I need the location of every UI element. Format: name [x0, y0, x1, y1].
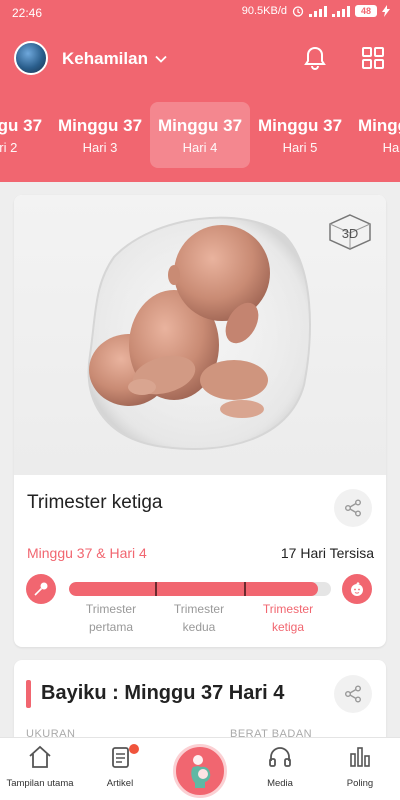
- nav-media[interactable]: Media: [240, 744, 320, 789]
- nav-label: Tampilan utama: [6, 778, 74, 789]
- nav-label: Poling: [346, 778, 374, 789]
- nav-article[interactable]: Artikel: [80, 744, 160, 789]
- title-accent-bar: [26, 680, 31, 708]
- pregnancy-progress-fill: [69, 582, 318, 596]
- trimester-divider: [244, 582, 246, 596]
- tab-week-label: Minggu 37: [357, 116, 400, 135]
- sperm-icon: [26, 574, 56, 604]
- nav-home[interactable]: Tampilan utama: [0, 744, 80, 789]
- poll-icon: [350, 747, 370, 767]
- tab-week37-day4[interactable]: Minggu 37 Hari 4: [150, 102, 250, 168]
- fetus-3d-image[interactable]: 3D: [14, 195, 386, 475]
- signal-icon: [332, 5, 350, 17]
- tab-day-label: Hari 2: [0, 140, 18, 155]
- week-day-tabs: Minggu 37 Hari 2 Minggu 37 Hari 3 Minggu…: [0, 100, 400, 170]
- trimester-label-line: ketiga: [271, 620, 305, 634]
- current-week-day: Minggu 37 & Hari 4: [27, 545, 147, 561]
- nav-pregnancy-button[interactable]: [173, 744, 227, 798]
- tab-week37-day6[interactable]: Minggu 37 Hari 6: [350, 102, 400, 168]
- trimester-label-2: Trimester kedua: [154, 600, 244, 636]
- tab-day-label: Hari 6: [382, 140, 400, 155]
- tab-week-label: Minggu 37: [157, 116, 243, 135]
- tab-week-label: Minggu 37: [257, 116, 343, 135]
- trimester-label-line: kedua: [182, 620, 216, 634]
- trimester-title: Trimester ketiga: [27, 492, 163, 513]
- status-right: 90.5KB/d 48: [242, 5, 390, 17]
- tab-day-label: Hari 5: [282, 140, 318, 155]
- pregnancy-icon: [191, 755, 211, 788]
- trimester-divider: [155, 582, 157, 596]
- share-button[interactable]: [334, 675, 372, 713]
- trimester-label-1: Trimester pertama: [66, 600, 156, 636]
- pregnancy-progress-bar: [69, 582, 331, 596]
- net-speed: 90.5KB/d: [241, 5, 287, 17]
- chevron-down-icon: [155, 55, 167, 63]
- charging-icon: [382, 5, 390, 17]
- alarm-icon: [292, 6, 304, 17]
- nav-label: Media: [267, 778, 293, 789]
- trimester-card: 3D Trimester ketiga Minggu 37 & Hari 4 1…: [14, 195, 386, 647]
- days-remaining: 17 Hari Tersisa: [280, 545, 374, 561]
- app-bar: Kehamilan: [0, 34, 400, 82]
- tab-week37-day5[interactable]: Minggu 37 Hari 5: [250, 102, 350, 168]
- 3d-badge-label: 3D: [342, 226, 359, 241]
- baby-card-title: Bayiku : Minggu 37 Hari 4: [41, 682, 285, 704]
- tab-week37-day2[interactable]: Minggu 37 Hari 2: [0, 102, 50, 168]
- share-icon: [345, 499, 361, 517]
- baby-face-icon: [342, 574, 372, 604]
- status-time: 22:46: [12, 6, 43, 20]
- share-button[interactable]: [334, 489, 372, 527]
- trimester-label-line: Trimester: [85, 602, 137, 616]
- avatar[interactable]: [14, 41, 48, 75]
- tab-day-label: Hari 4: [182, 140, 218, 155]
- pregnancy-selector[interactable]: Kehamilan: [62, 49, 168, 69]
- grid-icon[interactable]: [361, 46, 385, 70]
- trimester-label-3: Trimester ketiga: [243, 600, 333, 636]
- tab-week-label: Minggu 37: [0, 116, 43, 135]
- app-title: Kehamilan: [62, 49, 148, 68]
- share-icon: [345, 685, 361, 703]
- header-area: 22:46 90.5KB/d 48 Kehamilan Minggu 37 Ha…: [0, 0, 400, 182]
- headphones-icon: [269, 747, 291, 767]
- nav-label: Artikel: [106, 778, 134, 789]
- tab-week-label: Minggu 37: [57, 116, 143, 135]
- nav-poll[interactable]: Poling: [320, 744, 400, 789]
- tab-week37-day3[interactable]: Minggu 37 Hari 3: [50, 102, 150, 168]
- signal-icon: [309, 5, 327, 17]
- home-icon: [29, 745, 51, 768]
- trimester-label-line: pertama: [88, 620, 134, 634]
- bell-icon[interactable]: [302, 45, 328, 71]
- battery-icon: 48: [355, 5, 377, 17]
- tab-day-label: Hari 3: [82, 140, 118, 155]
- status-bar: 22:46 90.5KB/d 48: [0, 0, 400, 28]
- trimester-label-line: Trimester: [262, 602, 314, 616]
- trimester-label-line: Trimester: [173, 602, 225, 616]
- 3d-view-icon[interactable]: 3D: [328, 213, 372, 251]
- notification-dot: [129, 744, 139, 754]
